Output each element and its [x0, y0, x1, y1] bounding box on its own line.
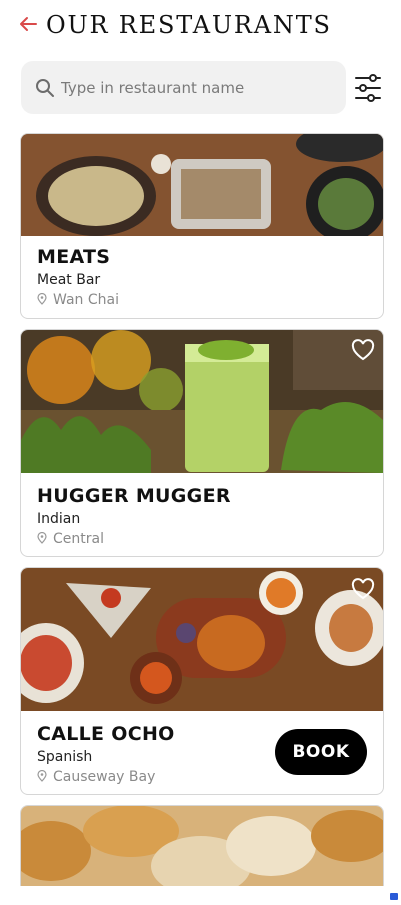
restaurant-image	[21, 330, 383, 473]
restaurant-info: HUGGER MUGGER Indian Central	[21, 473, 383, 556]
restaurant-location: Wan Chai	[37, 292, 119, 308]
location-text: Central	[53, 531, 104, 547]
location-pin-icon	[37, 532, 47, 544]
restaurant-info: MEATS Meat Bar Wan Chai	[21, 236, 383, 318]
restaurant-image	[21, 806, 383, 886]
restaurant-info: CALLE OCHO Spanish Causeway Bay BOOK	[21, 711, 383, 794]
book-button[interactable]: BOOK	[275, 729, 367, 775]
page-title: OUR RESTAURANTS	[46, 11, 332, 39]
restaurant-cuisine: Meat Bar	[37, 272, 101, 288]
restaurant-name: MEATS	[37, 246, 111, 268]
filter-icon[interactable]	[354, 71, 382, 105]
favorite-heart-icon[interactable]	[351, 339, 375, 361]
restaurant-cuisine: Indian	[37, 511, 81, 527]
search-input[interactable]	[59, 74, 333, 102]
location-text: Wan Chai	[53, 292, 119, 308]
location-text: Causeway Bay	[53, 769, 156, 785]
restaurant-card[interactable]: HUGGER MUGGER Indian Central	[20, 329, 384, 557]
restaurant-card[interactable]: MEATS Meat Bar Wan Chai	[20, 133, 384, 319]
restaurant-name: CALLE OCHO	[37, 723, 175, 745]
restaurant-card[interactable]	[20, 805, 384, 886]
header: OUR RESTAURANTS	[0, 0, 401, 52]
location-pin-icon	[37, 293, 47, 305]
location-pin-icon	[37, 770, 47, 782]
restaurant-location: Causeway Bay	[37, 769, 155, 785]
search-bar[interactable]	[21, 61, 346, 114]
restaurant-card[interactable]: CALLE OCHO Spanish Causeway Bay BOOK	[20, 567, 384, 795]
restaurant-location: Central	[37, 531, 104, 547]
restaurant-image	[21, 568, 383, 711]
favorite-heart-icon[interactable]	[351, 578, 375, 600]
search-icon	[35, 78, 55, 98]
restaurant-name: HUGGER MUGGER	[37, 485, 231, 507]
badge-icon	[389, 886, 399, 900]
restaurant-image	[21, 134, 383, 236]
back-arrow-icon[interactable]	[16, 12, 40, 36]
restaurant-cuisine: Spanish	[37, 749, 93, 765]
